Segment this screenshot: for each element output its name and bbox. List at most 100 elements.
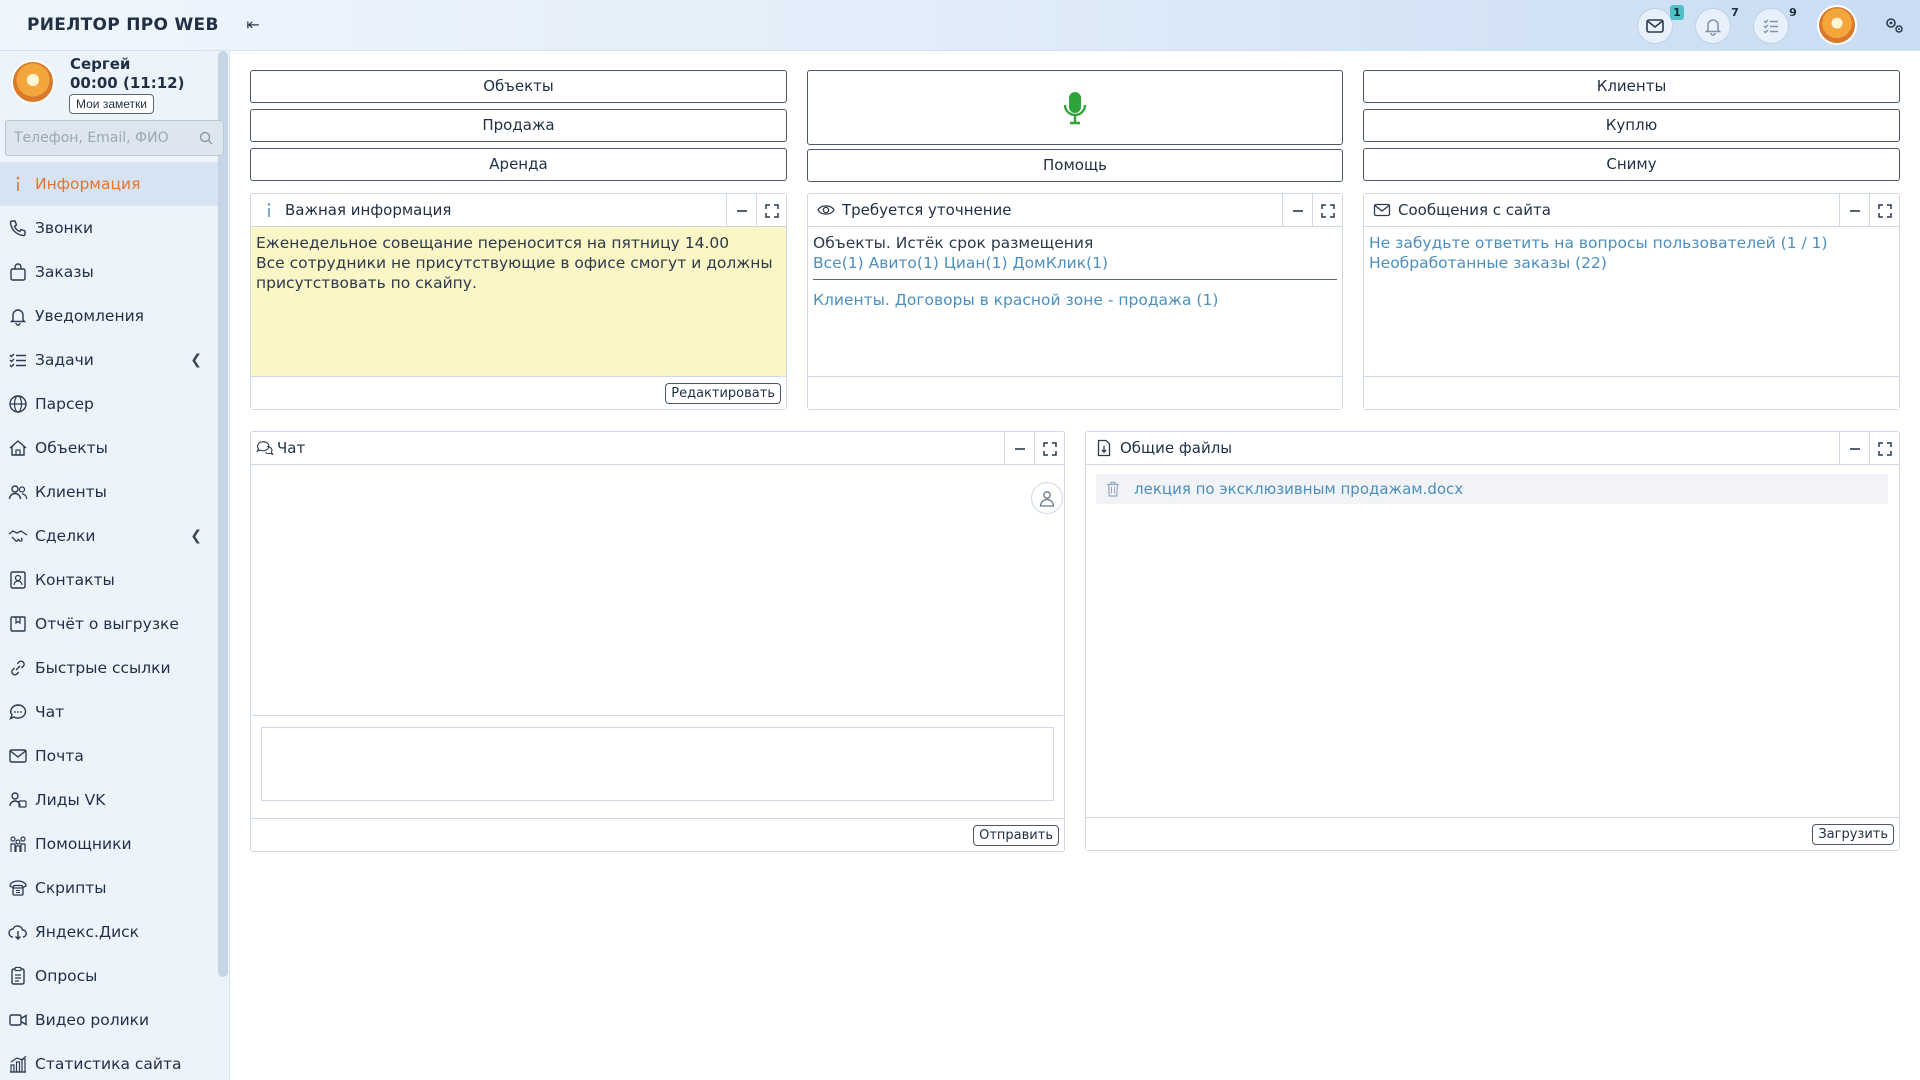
panel-footer: Отправить [251, 818, 1064, 851]
sidebar-item-upload-report[interactable]: Отчёт о выгрузке [0, 602, 218, 646]
phone-icon [7, 217, 29, 239]
sidebar-item-label: Объекты [35, 439, 108, 457]
app-brand: РИЕЛТОР ПРО WEB [27, 15, 219, 35]
panel-title: Чат [277, 439, 306, 457]
chevron-left-icon: ❮ [190, 528, 202, 544]
search-input[interactable] [6, 121, 186, 155]
search-box [5, 120, 224, 156]
bag-icon [7, 261, 29, 283]
sidebar-item-videos[interactable]: Видео ролики [0, 998, 218, 1042]
link-domclick[interactable]: ДомКлик(1) [1012, 254, 1108, 272]
trash-icon[interactable] [1106, 481, 1120, 497]
sidebar-item-label: Заказы [35, 263, 94, 281]
search-icon[interactable] [199, 131, 213, 145]
panel-header: Чат [251, 432, 1064, 465]
divider [813, 279, 1337, 280]
sidebar-item-label: Опросы [35, 967, 98, 985]
sidebar-item-label: Информация [35, 175, 141, 193]
sidebar-item-contacts[interactable]: Контакты [0, 558, 218, 602]
settings-icon[interactable] [1883, 14, 1905, 36]
panel-header: Важная информация [251, 194, 786, 227]
sidebar-item-surveys[interactable]: Опросы [0, 954, 218, 998]
clipboard-icon [7, 965, 29, 987]
send-button[interactable]: Отправить [973, 825, 1059, 846]
upload-button[interactable]: Загрузить [1812, 824, 1894, 845]
sidebar-item-label: Видео ролики [35, 1011, 150, 1029]
top-bar: РИЕЛТОР ПРО WEB ⇤ 1 7 9 [0, 0, 1920, 51]
sale-button[interactable]: Продажа [250, 109, 787, 142]
list-item[interactable]: лекция по эксклюзивным продажам.docx [1096, 474, 1888, 504]
chat-message-input[interactable] [261, 727, 1054, 801]
sidebar-item-parser[interactable]: Парсер [0, 382, 218, 426]
minimize-icon[interactable] [1839, 194, 1869, 227]
chat-user-icon[interactable] [1031, 482, 1063, 514]
sidebar-item-scripts[interactable]: Скрипты [0, 866, 218, 910]
minimize-icon[interactable] [1004, 432, 1034, 465]
clients-red-zone-link[interactable]: Клиенты. Договоры в красной зоне - прода… [813, 290, 1337, 310]
sidebar-item-quick-links[interactable]: Быстрые ссылки [0, 646, 218, 690]
fullscreen-icon[interactable] [1034, 432, 1064, 465]
globe-icon [7, 393, 29, 415]
sidebar-item-tasks[interactable]: Задачи ❮ [0, 338, 218, 382]
info-icon [259, 200, 279, 220]
link-all[interactable]: Все(1) [813, 254, 864, 272]
minimize-icon[interactable] [726, 194, 756, 227]
sidebar-item-calls[interactable]: Звонки [0, 206, 218, 250]
my-notes-button[interactable]: Мои заметки [69, 94, 154, 114]
microphone-icon [1063, 91, 1087, 124]
collapse-sidebar-icon[interactable]: ⇤ [242, 14, 264, 36]
rent-button[interactable]: Аренда [250, 148, 787, 181]
sidebar-item-vk-leads[interactable]: Лиды VK [0, 778, 218, 822]
edit-button[interactable]: Редактировать [665, 383, 781, 404]
sidebar-item-clients[interactable]: Клиенты [0, 470, 218, 514]
sidebar-scrollbar[interactable] [218, 51, 228, 977]
unprocessed-orders-link[interactable]: Необработанные заказы (22) [1369, 253, 1894, 273]
sidebar-item-label: Сделки [35, 527, 96, 545]
avatar[interactable] [1817, 5, 1857, 45]
minimize-icon[interactable] [1282, 194, 1312, 227]
cloud-download-icon [7, 921, 29, 943]
sidebar-item-mail[interactable]: Почта [0, 734, 218, 778]
sidebar-item-chat[interactable]: Чат [0, 690, 218, 734]
sidebar-item-site-stats[interactable]: Статистика сайта [0, 1042, 218, 1080]
eye-icon [816, 200, 836, 220]
objects-button[interactable]: Объекты [250, 70, 787, 103]
lease-button[interactable]: Сниму [1363, 148, 1900, 181]
tasks-badge: 9 [1789, 6, 1797, 19]
fullscreen-icon[interactable] [1869, 194, 1899, 227]
fullscreen-icon[interactable] [756, 194, 786, 227]
link-cian[interactable]: Циан(1) [944, 254, 1008, 272]
chat-panel: Чат Отправить [250, 431, 1065, 852]
sidebar-item-deals[interactable]: Сделки ❮ [0, 514, 218, 558]
sidebar-item-helpers[interactable]: Помощники [0, 822, 218, 866]
minimize-icon[interactable] [1839, 432, 1869, 465]
contact-card-icon [7, 569, 29, 591]
panel-title: Сообщения с сайта [1398, 201, 1551, 219]
mail-icon[interactable]: 1 [1637, 5, 1684, 44]
fullscreen-icon[interactable] [1312, 194, 1342, 227]
sidebar-nav: Информация Звонки Заказы Уведомления Зад… [0, 162, 218, 1080]
sidebar-item-label: Клиенты [35, 483, 107, 501]
sidebar-item-yandex-disk[interactable]: Яндекс.Диск [0, 910, 218, 954]
sidebar-item-info[interactable]: Информация [0, 162, 218, 206]
help-button[interactable]: Помощь [807, 149, 1343, 182]
chat-messages-area[interactable] [252, 466, 1063, 716]
task-list-icon[interactable]: 9 [1753, 6, 1797, 44]
voice-input-button[interactable] [807, 70, 1343, 145]
link-avito[interactable]: Авито(1) [869, 254, 939, 272]
user-questions-link[interactable]: Не забудьте ответить на вопросы пользова… [1369, 233, 1894, 253]
sidebar-item-notifications[interactable]: Уведомления [0, 294, 218, 338]
fullscreen-icon[interactable] [1869, 432, 1899, 465]
clients-button[interactable]: Клиенты [1363, 70, 1900, 103]
bell-icon[interactable]: 7 [1695, 6, 1739, 44]
sidebar-item-label: Яндекс.Диск [35, 923, 140, 941]
sidebar-item-objects[interactable]: Объекты [0, 426, 218, 470]
file-link[interactable]: лекция по эксклюзивным продажам.docx [1134, 480, 1463, 498]
user-time: 00:00 (11:12) [70, 74, 185, 92]
panel-title: Требуется уточнение [842, 201, 1012, 219]
sidebar-item-orders[interactable]: Заказы [0, 250, 218, 294]
mail-icon [1372, 200, 1392, 220]
buy-button[interactable]: Куплю [1363, 109, 1900, 142]
sidebar-item-label: Контакты [35, 571, 115, 589]
user-avatar[interactable] [11, 60, 55, 104]
